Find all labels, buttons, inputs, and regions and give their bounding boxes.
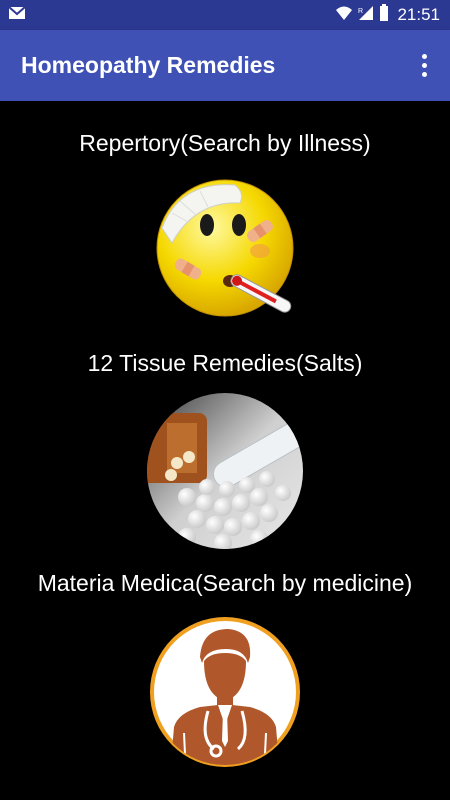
doctor-icon[interactable] [148,615,302,774]
wifi-icon [335,5,353,26]
app-title: Homeopathy Remedies [21,52,276,78]
menu-item-tissue-remedies[interactable]: 12 Tissue Remedies(Salts) [0,350,450,554]
svg-text:R: R [358,8,363,15]
more-vertical-icon[interactable] [412,46,436,86]
status-left [8,5,26,25]
battery-icon [379,3,389,27]
signal-icon: R [357,5,375,26]
menu-item-materia-medica[interactable]: Materia Medica(Search by medicine) [0,570,450,774]
pills-icon[interactable] [147,393,303,554]
status-time: 21:51 [397,5,440,24]
sick-emoji-icon[interactable] [150,173,300,328]
app-bar: Homeopathy Remedies [0,30,450,101]
menu-item-repertory[interactable]: Repertory(Search by Illness) [0,130,450,328]
menu-label-tissue-remedies: 12 Tissue Remedies(Salts) [87,350,363,376]
menu-label-materia-medica: Materia Medica(Search by medicine) [37,570,413,596]
menu-label-repertory: Repertory(Search by Illness) [79,130,371,156]
gmail-icon [8,5,26,25]
status-bar: R 21:51 [0,0,450,30]
status-right: R 21:51 [335,3,440,27]
